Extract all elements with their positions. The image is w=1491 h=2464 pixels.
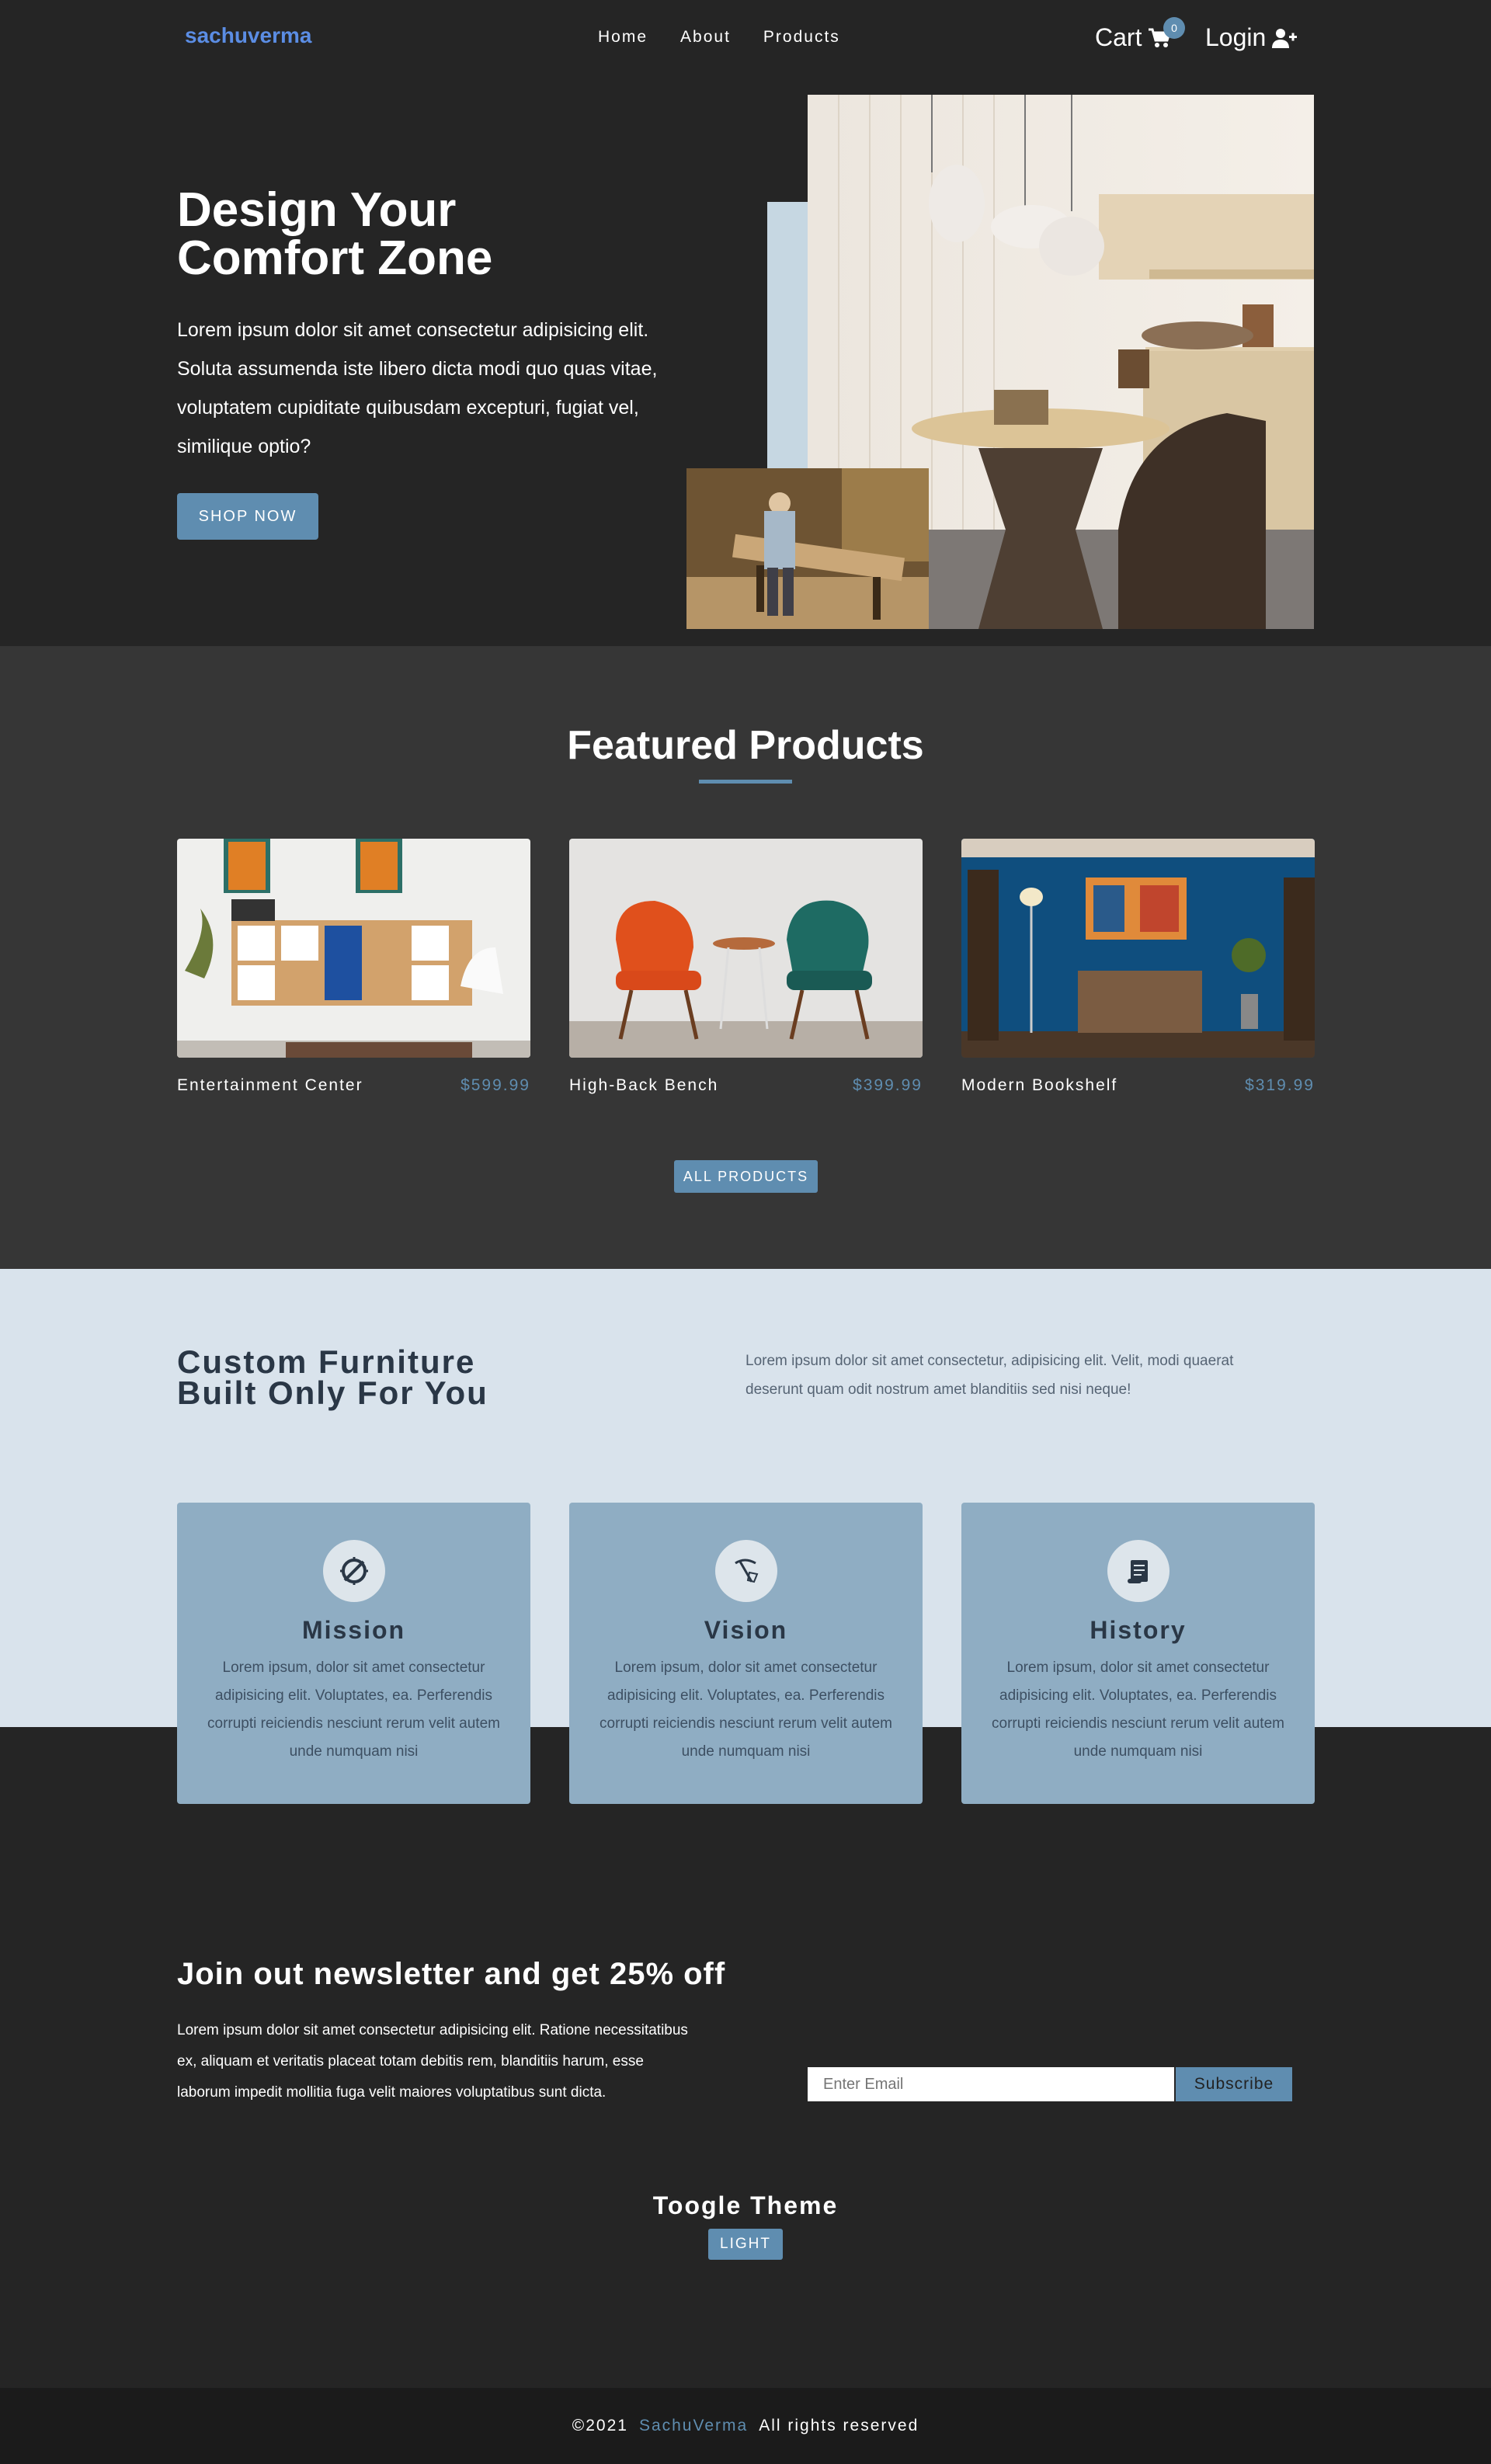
product-info: Modern Bookshelf $319.99 bbox=[961, 1076, 1315, 1095]
cart-label: Cart bbox=[1095, 23, 1142, 51]
card-title: History bbox=[1090, 1616, 1187, 1644]
hero-section: Design Your Comfort Zone Lorem ipsum dol… bbox=[0, 78, 1491, 646]
scroll-icon bbox=[1107, 1540, 1170, 1602]
nav-link-products[interactable]: Products bbox=[763, 28, 840, 47]
card-text: Lorem ipsum, dolor sit amet consectetur … bbox=[992, 1659, 1284, 1760]
user-plus-icon bbox=[1272, 28, 1298, 48]
product-name: Entertainment Center bbox=[177, 1076, 363, 1094]
shop-now-button[interactable]: SHOP NOW bbox=[177, 493, 318, 540]
entertainment-center-illustration bbox=[177, 839, 530, 1058]
compass-icon bbox=[322, 1540, 385, 1602]
product-image-high-back-bench[interactable] bbox=[569, 839, 923, 1058]
carpenter-workshop-image bbox=[686, 468, 929, 629]
product-price: $599.99 bbox=[461, 1076, 530, 1094]
footer-brand-link[interactable]: SachuVerma bbox=[639, 2417, 748, 2435]
featured-title-underline bbox=[699, 780, 792, 784]
cart-button[interactable]: Cart 0 bbox=[1095, 17, 1185, 52]
vision-card: Vision Lorem ipsum, dolor sit amet conse… bbox=[569, 1503, 923, 1804]
site-logo[interactable]: sachuverma bbox=[185, 23, 311, 48]
card-text: Lorem ipsum, dolor sit amet consectetur … bbox=[600, 1659, 892, 1760]
history-card: History Lorem ipsum, dolor sit amet cons… bbox=[961, 1503, 1315, 1804]
pick-icon bbox=[714, 1540, 777, 1602]
chairs-illustration bbox=[569, 839, 923, 1058]
nav-links: Home About Products bbox=[598, 28, 840, 47]
navbar: sachuverma Home About Products Cart 0 Lo… bbox=[0, 0, 1491, 78]
hero-accent-block bbox=[767, 202, 814, 474]
cart-count-badge: 0 bbox=[1163, 17, 1185, 39]
product-price: $399.99 bbox=[853, 1076, 923, 1094]
login-button[interactable]: Login bbox=[1205, 23, 1298, 52]
card-title: Mission bbox=[301, 1616, 406, 1644]
product-name: High-Back Bench bbox=[569, 1076, 719, 1094]
nav-link-home[interactable]: Home bbox=[598, 28, 648, 47]
featured-title: Featured Products bbox=[567, 723, 924, 768]
all-products-button[interactable]: ALL PRODUCTS bbox=[674, 1160, 818, 1193]
bookshelf-room-illustration bbox=[961, 839, 1315, 1058]
hero-text: Lorem ipsum dolor sit amet consectetur a… bbox=[177, 319, 658, 457]
card-text: Lorem ipsum, dolor sit amet consectetur … bbox=[207, 1659, 500, 1760]
newsletter-section: Join out newsletter and get 25% off Lore… bbox=[0, 1802, 1491, 2388]
footer-rights: All rights reserved bbox=[759, 2417, 919, 2434]
toggle-theme-title: Toogle Theme bbox=[652, 2191, 839, 2219]
product-card-entertainment-center[interactable]: Entertainment Center $599.99 bbox=[177, 839, 530, 1095]
product-price: $319.99 bbox=[1245, 1076, 1315, 1094]
login-label: Login bbox=[1205, 23, 1267, 51]
product-image-modern-bookshelf[interactable] bbox=[961, 839, 1315, 1058]
product-image-entertainment-center[interactable] bbox=[177, 839, 530, 1058]
product-info: High-Back Bench $399.99 bbox=[569, 1076, 923, 1095]
carpenter-illustration bbox=[686, 468, 929, 629]
about-title: Custom Furniture Built Only For You bbox=[177, 1343, 488, 1411]
card-title: Vision bbox=[704, 1616, 788, 1644]
email-input[interactable] bbox=[808, 2067, 1174, 2101]
product-card-high-back-bench[interactable]: High-Back Bench $399.99 bbox=[569, 839, 923, 1095]
subscribe-button[interactable]: Subscribe bbox=[1176, 2067, 1292, 2101]
product-list: Entertainment Center $599.99 High-Back B… bbox=[177, 839, 1315, 1095]
newsletter-title: Join out newsletter and get 25% off bbox=[177, 1957, 726, 1991]
product-info: Entertainment Center $599.99 bbox=[177, 1076, 530, 1095]
nav-link-about[interactable]: About bbox=[680, 28, 731, 47]
theme-toggle-button[interactable]: LIGHT bbox=[708, 2229, 783, 2260]
footer-copyright: ©2021 bbox=[572, 2417, 628, 2434]
hero-title: Design Your Comfort Zone bbox=[177, 183, 493, 285]
info-cards: Mission Lorem ipsum, dolor sit amet cons… bbox=[177, 1503, 1315, 1804]
newsletter-text: Lorem ipsum dolor sit amet consectetur a… bbox=[177, 2022, 688, 2101]
about-text: Lorem ipsum dolor sit amet consectetur, … bbox=[746, 1353, 1234, 1398]
footer: ©2021 SachuVerma All rights reserved bbox=[0, 2388, 1491, 2464]
featured-products-section: Featured Products Entertainment Center $… bbox=[0, 646, 1491, 1269]
mission-card: Mission Lorem ipsum, dolor sit amet cons… bbox=[177, 1503, 530, 1804]
product-card-modern-bookshelf[interactable]: Modern Bookshelf $319.99 bbox=[961, 839, 1315, 1095]
product-name: Modern Bookshelf bbox=[961, 1076, 1118, 1094]
